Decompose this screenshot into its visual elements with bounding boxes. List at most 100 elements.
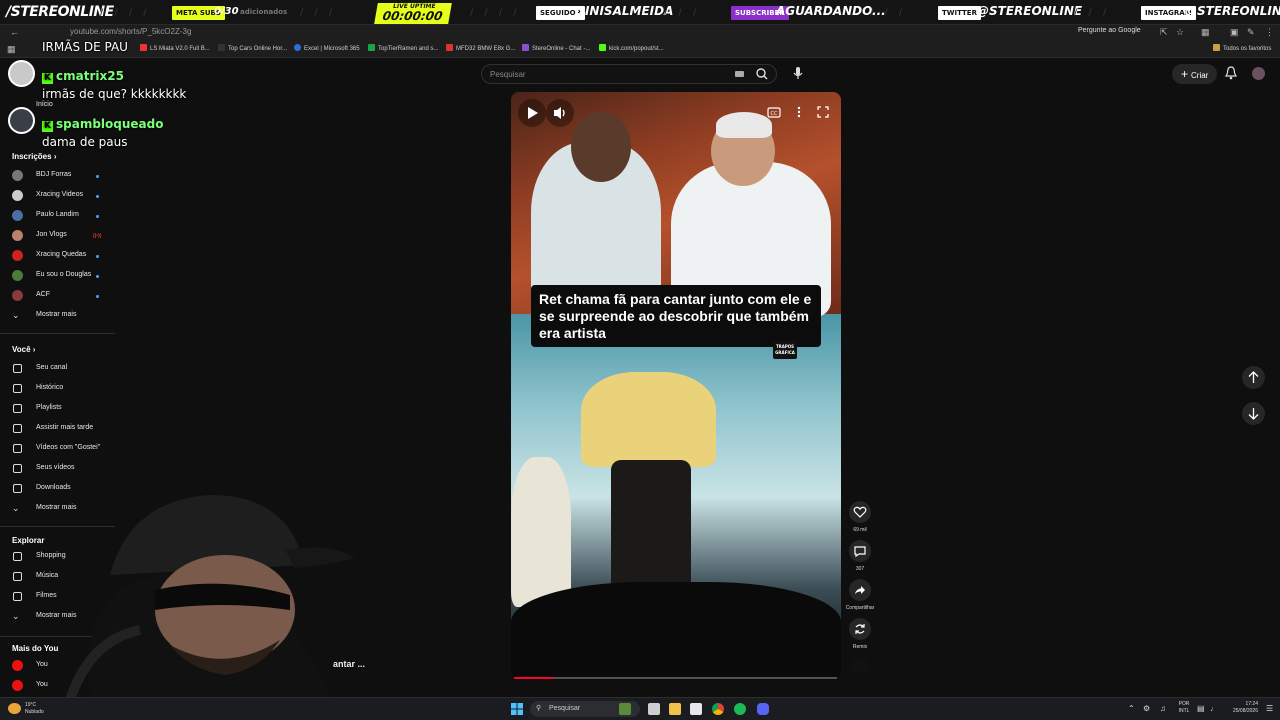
video-icon — [13, 464, 22, 473]
sidebar-item-label: ACF — [36, 291, 50, 298]
arrow-up-icon — [1248, 371, 1259, 383]
bookmark-label: TopTierRamen and s... — [378, 46, 439, 52]
sidebar-item-you[interactable]: Histórico — [0, 380, 115, 398]
search-icon: ⚲ — [536, 705, 542, 712]
performer-head — [571, 112, 631, 182]
sound-channel-thumbnail[interactable] — [852, 660, 868, 672]
microphone-icon[interactable] — [792, 66, 804, 80]
clock[interactable]: 17:24 25/08/2026 — [1222, 701, 1258, 715]
chat-avatar — [8, 60, 35, 87]
you-heading[interactable]: Você › — [12, 345, 35, 354]
bookmarks-bar: ▦ LS Miata V2.0 Full B... Top Cars Onlin… — [0, 41, 1280, 58]
search-input[interactable] — [490, 68, 730, 81]
chrome-icon[interactable] — [712, 703, 724, 715]
bookmark-item[interactable]: kick.com/popout/st... — [599, 44, 664, 52]
share-page-icon[interactable]: ⇱ — [1160, 27, 1168, 38]
bookmark-item[interactable]: Top Cars Online Hor... — [218, 44, 287, 52]
bookmark-item[interactable]: LS Miata V2.0 Full B... — [140, 44, 210, 52]
tray-mic-icon[interactable]: ♫ — [1160, 704, 1166, 713]
extensions-icon[interactable]: ▦ — [1201, 27, 1210, 38]
kick-badge-icon: K — [42, 73, 53, 84]
ask-google-button[interactable]: Pergunte ao Google — [1078, 27, 1141, 34]
sidebar-item-subscription[interactable]: Xracing Videos — [0, 187, 115, 205]
weather-icon[interactable] — [8, 703, 21, 714]
remix-button[interactable] — [849, 618, 871, 640]
bookmark-item[interactable]: MFD32 BMW E8x G... — [446, 44, 515, 52]
apps-grid-icon[interactable]: ▦ — [7, 44, 16, 55]
streamer-webcam — [65, 495, 355, 700]
sidebar-item-show-more[interactable]: ⌄ Mostrar mais — [0, 307, 115, 325]
fullscreen-icon[interactable] — [815, 104, 831, 120]
next-short-button[interactable] — [1242, 402, 1265, 425]
spotify-icon[interactable] — [734, 703, 746, 715]
network-icon[interactable]: ▤ — [1197, 704, 1205, 713]
weather-widget[interactable]: 19°C Nublado — [25, 702, 44, 716]
sidebar-item-subscription[interactable]: Jon Vlogs ((•)) — [0, 227, 115, 245]
taskbar-search-label: Pesquisar — [549, 705, 581, 712]
shorts-video-player[interactable]: CC — [511, 92, 841, 680]
sidebar-item-you[interactable]: Vídeos com "Gostei" — [0, 440, 115, 458]
file-explorer-icon[interactable] — [669, 703, 681, 715]
mute-button[interactable] — [546, 99, 574, 127]
sidebar-item-subscription[interactable]: Eu sou o Douglas — [0, 267, 115, 285]
meta-subs-extra: adicionados — [240, 8, 288, 16]
star-icon[interactable]: ☆ — [1176, 27, 1184, 38]
channel-watermark: TRAPOS GRÁFICA — [773, 341, 797, 359]
sidebar-item-label: Seu canal — [36, 364, 68, 371]
task-view-icon[interactable] — [648, 703, 660, 715]
lang-top: POR — [1178, 701, 1190, 707]
share-button[interactable] — [849, 579, 871, 601]
notification-center-icon[interactable]: ☰ — [1266, 704, 1273, 713]
volume-tray-icon[interactable]: ♩ — [1210, 704, 1218, 713]
keyboard-icon[interactable] — [735, 71, 744, 77]
bookmark-item[interactable]: TopTierRamen and s... — [368, 44, 438, 52]
subscriptions-heading[interactable]: Inscrições › — [12, 152, 56, 161]
account-avatar[interactable] — [1252, 67, 1265, 80]
clock-date: 25/08/2026 — [1232, 708, 1258, 714]
bookmark-favicon — [368, 44, 375, 51]
sidebar-item-subscription[interactable]: BDJ Forras — [0, 167, 115, 185]
sidebar-item-subscription[interactable]: Paulo Landim — [0, 207, 115, 225]
sidebar-item-subscription[interactable]: ACF — [0, 287, 115, 305]
store-icon[interactable] — [690, 703, 702, 715]
play-button[interactable] — [518, 99, 546, 127]
tray-app-icon[interactable]: ⚙ — [1143, 704, 1150, 713]
notifications-bell-icon[interactable] — [1225, 66, 1237, 80]
plus-icon: + — [1181, 67, 1189, 81]
widgets-icon[interactable] — [619, 703, 631, 715]
all-favorites-button[interactable]: Todos os favoritos — [1213, 44, 1271, 52]
sidebar-item-you[interactable]: Seu canal — [0, 360, 115, 378]
sidebar-panel-icon[interactable]: ▣ — [1230, 27, 1239, 38]
previous-short-button[interactable] — [1242, 366, 1265, 389]
search-icon[interactable] — [754, 67, 770, 81]
film-icon — [13, 592, 22, 601]
menu-dots-icon[interactable]: ⋮ — [1265, 27, 1274, 38]
create-button[interactable]: + Criar — [1172, 64, 1217, 84]
comments-button[interactable] — [849, 540, 871, 562]
video-progress-bar[interactable] — [514, 677, 837, 679]
pen-icon[interactable]: ✎ — [1247, 27, 1255, 38]
channel-avatar — [12, 170, 23, 181]
bookmark-item[interactable]: StereOnline - Chat -... — [522, 44, 590, 52]
sidebar-item-you[interactable]: Assistir mais tarde — [0, 420, 115, 438]
bookmark-item[interactable]: Excel | Microsoft 365 — [294, 44, 360, 52]
tray-overflow-icon[interactable]: ⌃ — [1128, 704, 1135, 713]
address-bar[interactable]: youtube.com/shorts/P_5kcO2Z-3g — [70, 27, 191, 36]
like-button[interactable] — [849, 501, 871, 523]
browser-address-row: ← youtube.com/shorts/P_5kcO2Z-3g Pergunt… — [0, 25, 1280, 41]
crowd-silhouette — [511, 582, 841, 680]
discord-icon[interactable] — [757, 703, 769, 715]
back-icon[interactable]: ← — [10, 27, 19, 37]
language-indicator[interactable]: POR INTL — [1176, 701, 1192, 715]
comment-icon — [854, 546, 866, 558]
bookmark-label: StereOnline - Chat -... — [532, 46, 591, 52]
captions-icon[interactable]: CC — [766, 104, 782, 120]
playlist-icon — [13, 404, 22, 413]
windows-start-icon[interactable] — [511, 703, 523, 715]
sidebar-item-subscription[interactable]: Xracing Quedas — [0, 247, 115, 265]
user-square-icon — [13, 364, 22, 373]
more-options-icon[interactable] — [791, 104, 807, 120]
sidebar-item-you[interactable]: Playlists — [0, 400, 115, 418]
all-favorites-label: Todos os favoritos — [1223, 46, 1272, 52]
new-content-dot — [96, 215, 99, 218]
